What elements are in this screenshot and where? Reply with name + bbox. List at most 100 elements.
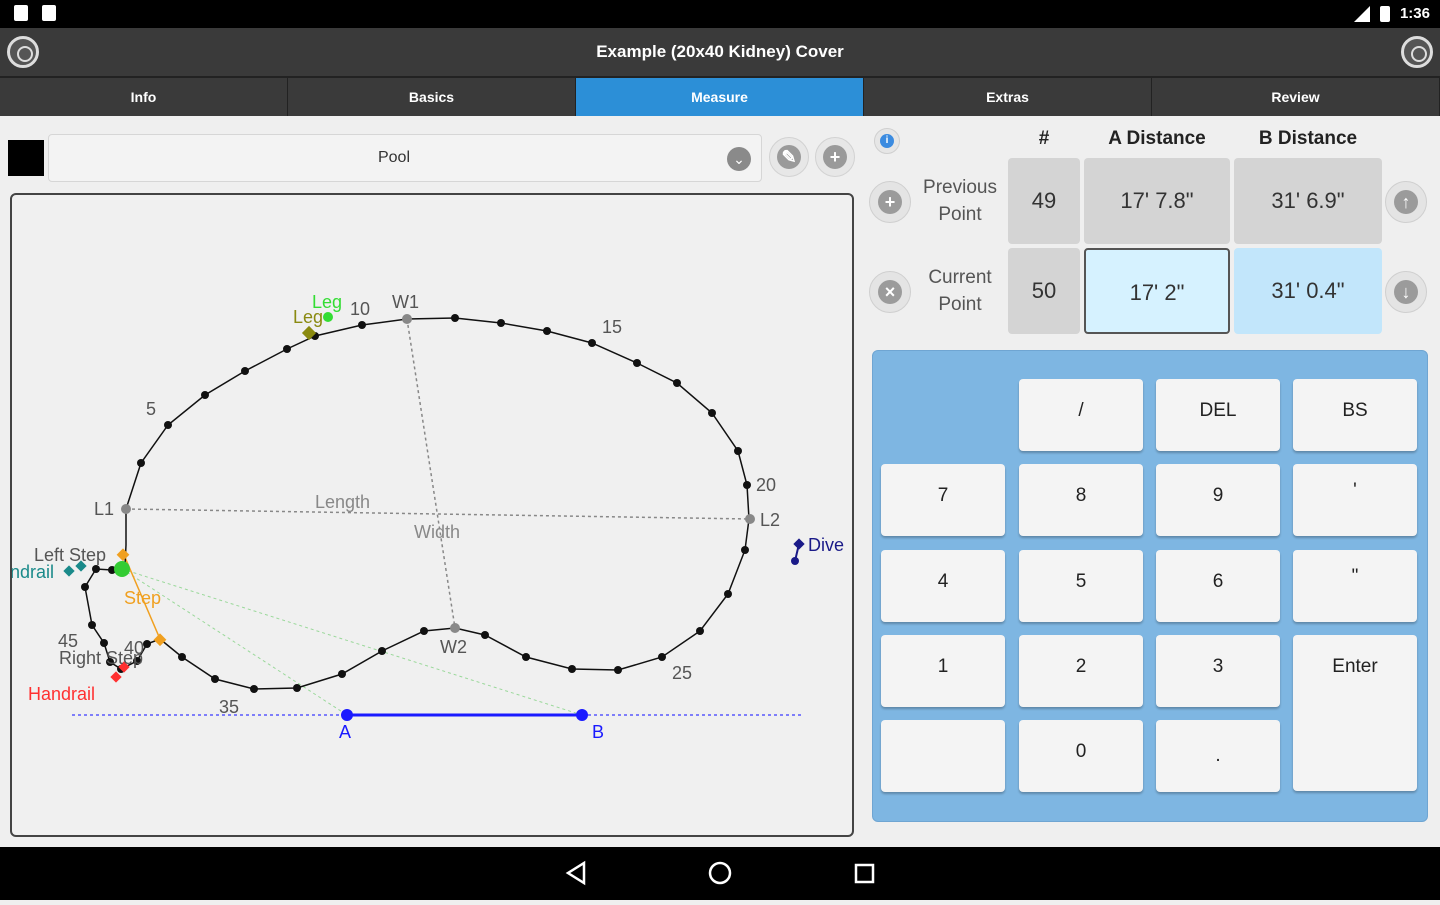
label-step: Step: [124, 588, 161, 608]
back-icon[interactable]: [565, 860, 586, 886]
notification-icon: [42, 5, 56, 21]
label-a: A: [339, 722, 351, 742]
label-b: B: [592, 722, 604, 742]
dive-markers: [791, 538, 805, 565]
col-header-num: #: [1038, 128, 1050, 149]
current-num: 50: [1008, 248, 1080, 334]
label-25: 25: [672, 663, 692, 683]
key-9[interactable]: 9: [1156, 464, 1280, 536]
edit-button[interactable]: ✎: [769, 137, 809, 177]
b-measure-line: [121, 568, 583, 716]
status-bar: 1:36: [0, 0, 1440, 28]
label-w1: W1: [392, 292, 419, 312]
previous-b-distance[interactable]: 31' 6.9": [1234, 158, 1382, 244]
page-title: Example (20x40 Kidney) Cover: [596, 42, 844, 61]
key-8[interactable]: 8: [1019, 464, 1143, 536]
plus-icon: +: [878, 190, 902, 214]
l1-point: [121, 504, 131, 514]
arrow-up-icon: ↑: [1394, 190, 1418, 214]
add-shape-button[interactable]: +: [815, 137, 855, 177]
key-4[interactable]: 4: [881, 550, 1005, 622]
tab-review[interactable]: Review: [1152, 76, 1440, 116]
key-feet[interactable]: ': [1293, 464, 1417, 536]
key-2[interactable]: 2: [1019, 635, 1143, 707]
label-10: 10: [350, 299, 370, 319]
home-icon[interactable]: [708, 861, 732, 885]
signal-icon: [1353, 5, 1370, 22]
recents-icon[interactable]: [854, 863, 875, 884]
pool-outline: [84, 317, 750, 690]
key-enter[interactable]: Enter: [1293, 635, 1417, 791]
point-a[interactable]: [341, 709, 353, 721]
key-del[interactable]: DEL: [1156, 379, 1280, 451]
key-6[interactable]: 6: [1156, 550, 1280, 622]
help-button[interactable]: i: [874, 128, 900, 154]
close-icon: ×: [878, 280, 902, 304]
label-length: Length: [315, 492, 370, 512]
add-point-button[interactable]: +: [869, 181, 911, 223]
pencil-icon: ✎: [777, 145, 801, 169]
width-guide: [406, 318, 456, 629]
notification-icons: [14, 5, 56, 21]
label-l2: L2: [760, 510, 780, 530]
system-nav-bar: [0, 847, 1440, 900]
delete-point-button[interactable]: ×: [869, 271, 911, 313]
move-down-button[interactable]: ↓: [1385, 271, 1427, 313]
info-icon[interactable]: [1401, 36, 1433, 68]
key-5[interactable]: 5: [1019, 550, 1143, 622]
col-header-b-distance: B Distance: [1258, 128, 1358, 149]
previous-point-label: Previous Point: [923, 177, 997, 225]
clock: 1:36: [1399, 5, 1430, 22]
current-point-label: Current Point: [928, 267, 992, 315]
plus-icon: +: [823, 145, 847, 169]
move-up-button[interactable]: ↑: [1385, 181, 1427, 223]
point-b[interactable]: [576, 709, 588, 721]
chevron-down-icon: ⌄: [727, 147, 751, 171]
l2-point: [745, 514, 755, 524]
label-l1: L1: [94, 499, 114, 519]
shape-selector-value: Pool: [377, 149, 411, 166]
label-leg-bottom: Leg: [293, 307, 323, 327]
nav-buttons: [565, 860, 875, 886]
key-3[interactable]: 3: [1156, 635, 1280, 707]
left-step-marker: [116, 548, 130, 562]
label-15: 15: [602, 317, 622, 337]
outline-points: [81, 314, 751, 693]
key-0[interactable]: 0: [1019, 720, 1143, 792]
key-blank[interactable]: [881, 720, 1005, 792]
label-right-step: Right Step: [59, 648, 143, 668]
previous-a-distance[interactable]: 17' 7.8": [1084, 158, 1230, 244]
tab-basics[interactable]: Basics: [288, 76, 576, 116]
label-20: 20: [756, 475, 776, 495]
system-icons: 1:36: [1353, 5, 1430, 22]
tab-info[interactable]: Info: [0, 76, 288, 116]
leg-green-marker: [323, 312, 333, 322]
label-handrail: Handrail: [28, 684, 95, 704]
measure-canvas[interactable]: Leg Leg 10 W1 15 5 20 L1 L2 Length Width…: [10, 193, 854, 837]
current-b-distance[interactable]: 31' 0.4": [1234, 248, 1382, 334]
tab-bar: Info Basics Measure Extras Review: [0, 76, 1440, 116]
col-header-a-distance: A Distance: [1108, 128, 1206, 149]
current-a-distance[interactable]: 17' 2": [1084, 248, 1230, 334]
color-swatch[interactable]: [8, 140, 44, 176]
key-bs[interactable]: BS: [1293, 379, 1417, 451]
battery-icon: [1379, 5, 1390, 22]
previous-num: 49: [1008, 158, 1080, 244]
key-7[interactable]: 7: [881, 464, 1005, 536]
pool-drawing: Leg Leg 10 W1 15 5 20 L1 L2 Length Width…: [12, 292, 844, 742]
key-inches[interactable]: ": [1293, 550, 1417, 622]
arrow-down-icon: ↓: [1394, 280, 1418, 304]
label-5: 5: [146, 399, 156, 419]
info-icon: i: [880, 134, 894, 148]
shape-selector[interactable]: Pool ⌄: [48, 134, 762, 182]
tab-extras[interactable]: Extras: [864, 76, 1152, 116]
label-35: 35: [219, 697, 239, 717]
key-decimal[interactable]: .: [1156, 720, 1280, 792]
w1-point: [402, 314, 412, 324]
notification-icon: [14, 5, 28, 21]
key-slash[interactable]: /: [1019, 379, 1143, 451]
key-1[interactable]: 1: [881, 635, 1005, 707]
w2-point: [450, 623, 460, 633]
tab-measure[interactable]: Measure: [576, 76, 864, 116]
label-dive: Dive: [808, 535, 844, 555]
